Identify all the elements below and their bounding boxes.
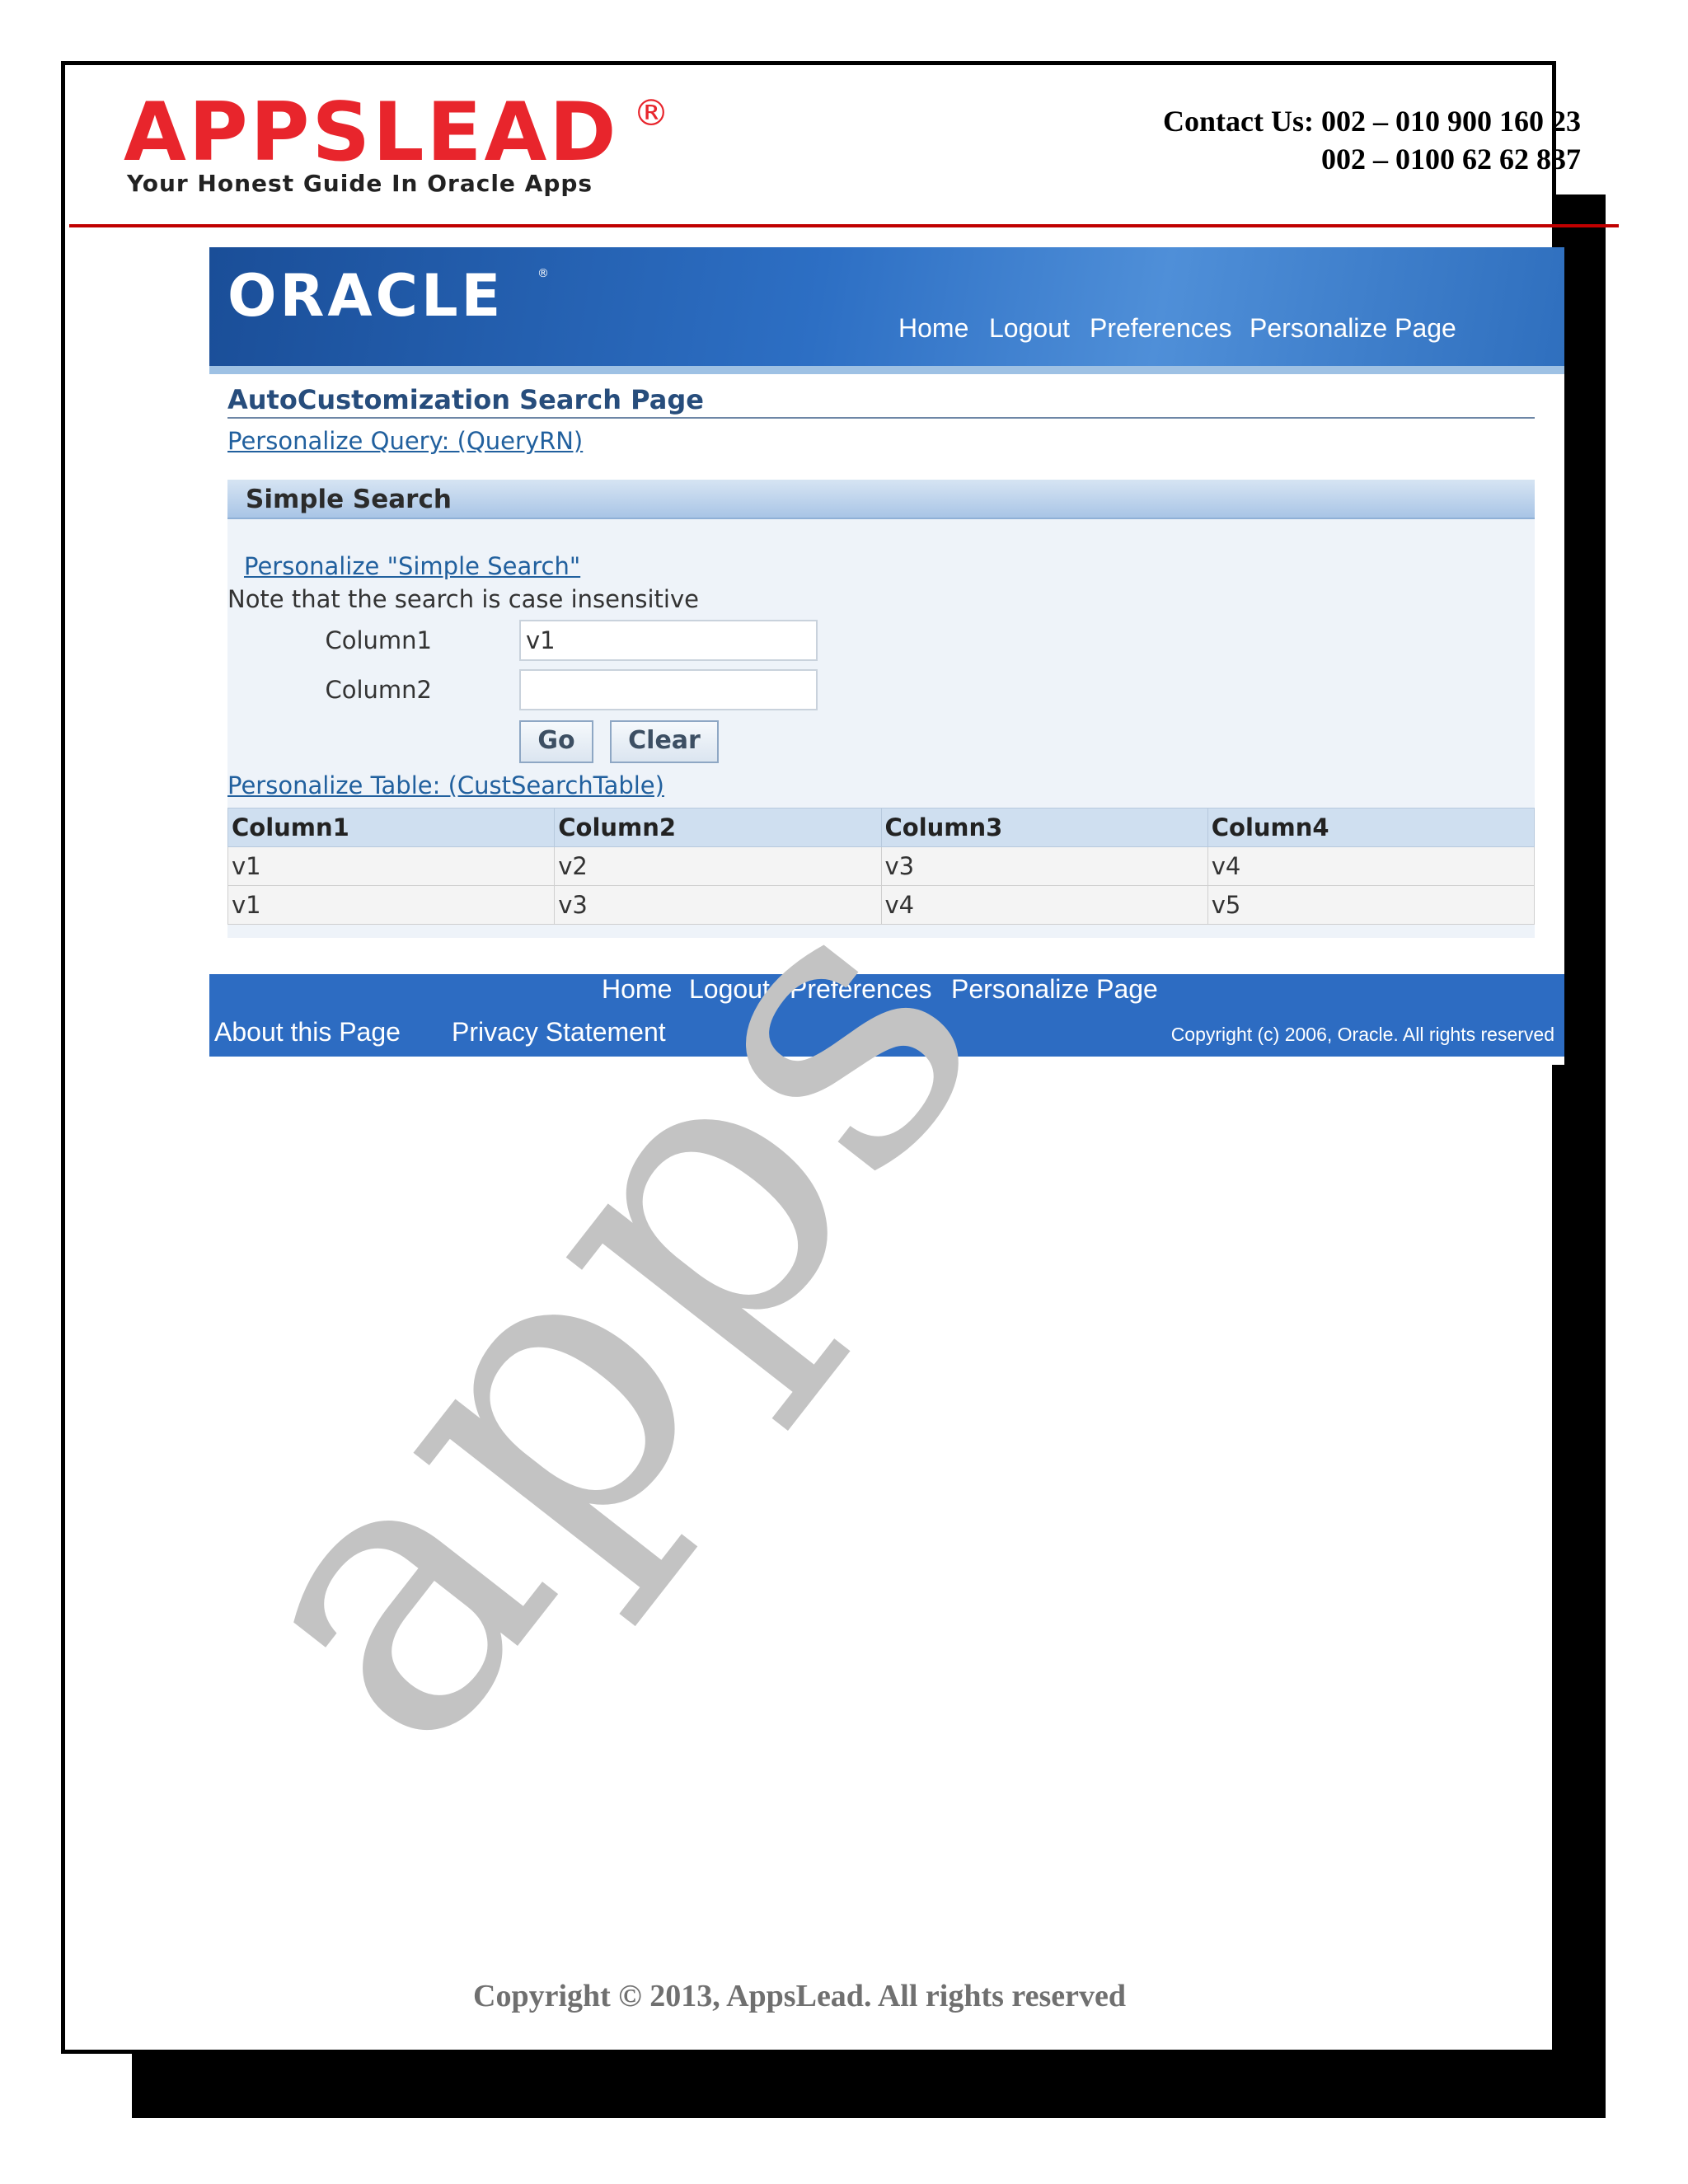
footer-nav-personalize-page[interactable]: Personalize Page [951,974,1158,1005]
table-cell: v4 [1207,846,1536,886]
appslead-tagline: Your Honest Guide In Oracle Apps [127,170,593,197]
contact-info: Contact Us: 002 – 010 900 160 23 002 – 0… [1163,102,1581,178]
table-row: v1 v3 v4 v5 [227,885,1536,925]
branding-bar-underline [209,366,1564,374]
personalize-table-link[interactable]: Personalize Table: (CustSearchTable) [227,771,664,799]
case-insensitive-note: Note that the search is case insensitive [227,585,699,613]
table-cell: v1 [227,885,556,925]
header-divider [69,224,1619,227]
table-cell: v5 [1207,885,1536,925]
go-button[interactable]: Go [519,720,593,763]
column-header[interactable]: Column3 [880,808,1208,847]
branding-bar: ORACLE ® Home Logout Preferences Persona… [209,247,1564,366]
table-row: v1 v2 v3 v4 [227,846,1536,886]
personalize-query-link[interactable]: Personalize Query: (QueryRN) [227,427,583,455]
global-nav-logout[interactable]: Logout [989,313,1070,344]
column2-input[interactable] [519,669,818,710]
global-nav-personalize-page[interactable]: Personalize Page [1250,313,1456,344]
column2-label: Column2 [325,676,432,704]
oracle-logo: ORACLE [227,262,504,330]
clear-button[interactable]: Clear [610,720,719,763]
global-nav-preferences[interactable]: Preferences [1090,313,1232,344]
oracle-registered-mark: ® [537,267,549,280]
simple-search-region: Simple Search Personalize "Simple Search… [227,480,1536,938]
table-cell: v1 [227,846,556,886]
contact-line-2: 002 – 0100 62 62 837 [1321,143,1581,176]
page-title: AutoCustomization Search Page [227,384,704,415]
results-table: Column1 Column2 Column3 Column4 v1 v2 v3… [227,808,1536,925]
oracle-app-screenshot: ORACLE ® Home Logout Preferences Persona… [209,247,1564,1065]
table-cell: v4 [880,885,1208,925]
table-header-row: Column1 Column2 Column3 Column4 [227,808,1536,847]
about-this-page-link[interactable]: About this Page [214,1017,401,1047]
column1-label: Column1 [325,626,432,654]
personalize-simple-search-link[interactable]: Personalize "Simple Search" [244,552,580,580]
document-copyright: Copyright © 2013, AppsLead. All rights r… [473,1979,1126,2013]
page-shadow-bottom [132,2050,1606,2118]
column-header[interactable]: Column4 [1207,808,1536,847]
column-header[interactable]: Column1 [227,808,556,847]
page-title-rule [227,417,1535,419]
appslead-logo: APPSLEAD [124,86,619,180]
simple-search-header: Simple Search [227,480,1535,519]
column1-input[interactable] [519,620,818,661]
table-cell: v3 [880,846,1208,886]
registered-mark: ® [633,92,669,134]
simple-search-title: Simple Search [246,485,452,514]
contact-line-1: Contact Us: 002 – 010 900 160 23 [1163,105,1581,138]
oracle-copyright: Copyright (c) 2006, Oracle. All rights r… [1170,1024,1554,1045]
global-nav-home[interactable]: Home [898,313,968,344]
